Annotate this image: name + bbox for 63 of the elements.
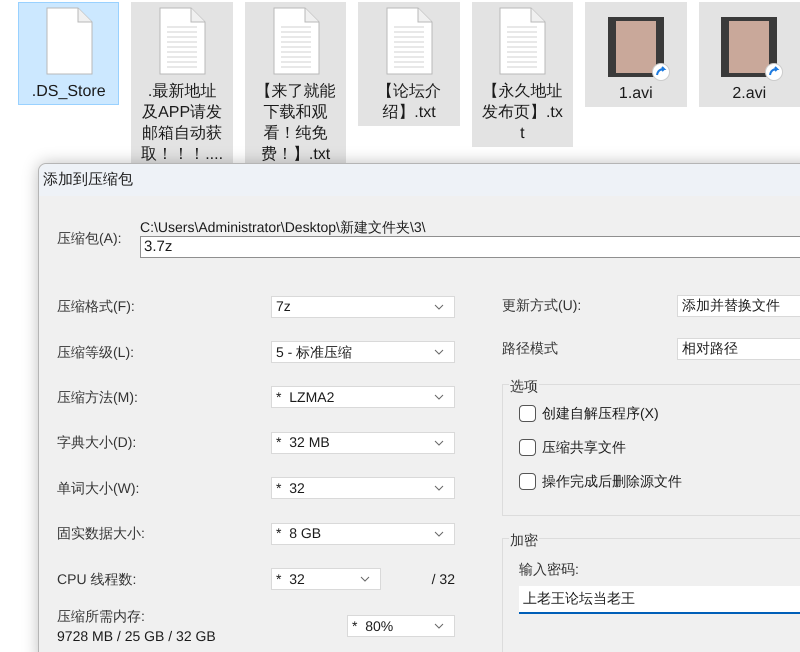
archive-name-field[interactable]: 3.7z: [140, 236, 800, 258]
file-item[interactable]: 1.avi: [585, 2, 687, 107]
chevron-down-icon: [434, 349, 444, 356]
dropdown[interactable]: * 32: [271, 477, 455, 500]
checkbox-label: 压缩共享文件: [542, 438, 626, 456]
dropdown[interactable]: 5 - 标准压缩: [271, 341, 455, 364]
photo-placeholder: [616, 21, 656, 73]
file-name: 【永久地址发布页】.txt: [480, 82, 564, 144]
file-name: 【论坛介绍】.txt: [376, 82, 442, 123]
chevron-down-icon: [434, 440, 444, 446]
checkbox-label: 创建自解压程序(X): [542, 404, 659, 423]
dropdown[interactable]: * 8 GB: [271, 522, 455, 545]
dropdown[interactable]: 相对路径: [677, 338, 800, 360]
field-label: 输入密码:: [519, 560, 580, 579]
text-file-icon: [384, 7, 434, 75]
file-name: 【来了就能下载和观看！纯免费！】.txt: [254, 82, 337, 165]
checkbox[interactable]: [519, 438, 536, 456]
dropdown[interactable]: 7z: [271, 296, 455, 318]
field-label: 单词大小(W):: [57, 478, 140, 498]
chevron-down-icon: [434, 394, 444, 400]
field-label: CPU 线程数:: [57, 570, 138, 589]
field-label: 压缩方法(M):: [57, 388, 138, 407]
dropdown[interactable]: * 80%: [347, 615, 455, 638]
checkbox[interactable]: [519, 472, 536, 490]
file-name: .DS_Store: [30, 82, 107, 102]
text-file-icon: [497, 7, 548, 75]
field-label: 压缩格式(F):: [57, 297, 135, 316]
field-label: 压缩所需内存:: [57, 607, 146, 626]
chevron-down-icon: [434, 304, 444, 310]
field-label: 字典大小(D):: [57, 433, 136, 452]
chevron-down-icon: [360, 576, 370, 582]
field-label: 路径模式: [502, 339, 559, 358]
text-file-icon: [157, 7, 208, 75]
photo-placeholder: [729, 21, 770, 73]
field-label: 压缩包(A):: [57, 228, 123, 248]
thread-total: / 32: [432, 570, 455, 589]
checkbox[interactable]: [519, 404, 536, 422]
file-name: .最新地址及APP请发邮箱自动获取！！！....: [140, 82, 224, 165]
file-item[interactable]: 2.avi: [698, 2, 800, 107]
file-item[interactable]: 【永久地址发布页】.txt: [472, 2, 574, 147]
field-label: 压缩等级(L):: [57, 342, 134, 362]
dropdown[interactable]: * 32: [271, 568, 381, 590]
chevron-down-icon: [434, 623, 444, 630]
file-name: 2.avi: [731, 84, 768, 104]
dropdown[interactable]: 添加并替换文件: [677, 294, 800, 316]
password-field[interactable]: 上老王论坛当老王: [519, 586, 800, 614]
field-label: 固实数据大小:: [57, 524, 145, 544]
file-icon: [44, 7, 94, 75]
file-item[interactable]: .DS_Store: [18, 2, 120, 105]
dropdown[interactable]: * 32 MB: [271, 432, 455, 454]
shortcut-icon: [652, 63, 670, 81]
window-title: 添加到压缩包: [43, 170, 133, 190]
field-label: 更新方式(U):: [502, 296, 582, 315]
dropdown[interactable]: * LZMA2: [271, 386, 455, 408]
text-file-icon: [270, 7, 321, 75]
chevron-down-icon: [434, 485, 444, 492]
shortcut-icon: [765, 63, 784, 81]
checkbox-label: 操作完成后删除源文件: [542, 472, 682, 490]
file-item[interactable]: 【论坛介绍】.txt: [358, 2, 460, 126]
file-name: 1.avi: [618, 84, 654, 104]
memory-usage: 9728 MB / 25 GB / 32 GB: [57, 627, 216, 646]
path-text: C:\Users\Administrator\Desktop\新建文件夹\3\: [140, 218, 427, 236]
chevron-down-icon: [434, 530, 444, 537]
